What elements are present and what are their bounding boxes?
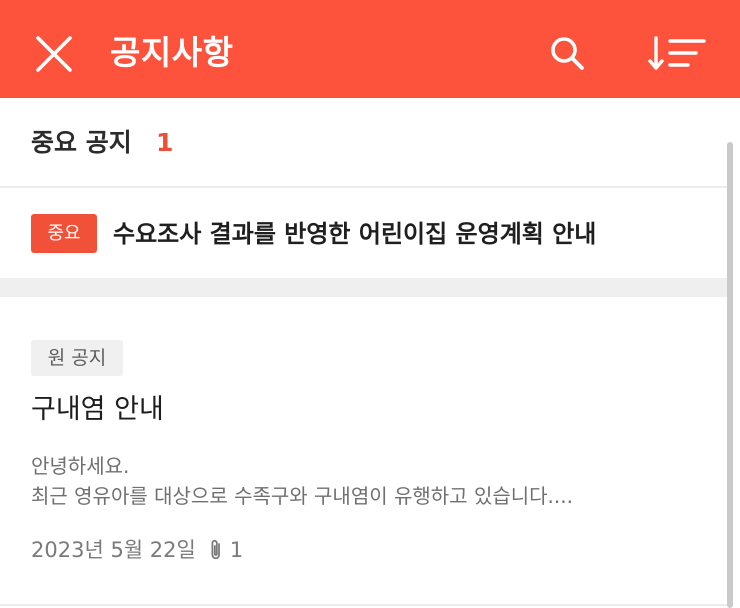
section-divider	[0, 278, 728, 297]
sort-button[interactable]	[640, 26, 716, 82]
close-button[interactable]	[26, 26, 82, 82]
app-header: 공지사항	[0, 0, 740, 98]
post-meta: 2023년 5월 22일 1	[31, 533, 243, 567]
close-icon	[36, 36, 72, 72]
important-badge: 중요	[31, 214, 97, 253]
search-icon	[551, 37, 584, 70]
post-preview-line: 최근 영유아를 대상으로 수족구와 구내염이 유행하고 있습니다....	[31, 484, 573, 508]
paperclip-icon	[208, 538, 224, 562]
category-badge: 원 공지	[31, 340, 123, 376]
section-count: 1	[156, 128, 174, 157]
list-divider	[0, 604, 728, 606]
scrollbar[interactable]	[727, 142, 733, 608]
search-button[interactable]	[540, 26, 596, 82]
important-section-header: 중요 공지 1	[0, 98, 728, 188]
post-preview-line: 안녕하세요.	[31, 454, 130, 478]
page-title: 공지사항	[110, 33, 234, 72]
post-title[interactable]: 구내염 안내	[31, 388, 164, 432]
post-date: 2023년 5월 22일	[31, 538, 196, 562]
attachment-count: 1	[229, 538, 244, 562]
section-title: 중요 공지	[31, 128, 132, 157]
important-notice-title[interactable]: 수요조사 결과를 반영한 어린이집 운영계획 안내	[113, 214, 596, 254]
sort-icon	[648, 36, 706, 70]
